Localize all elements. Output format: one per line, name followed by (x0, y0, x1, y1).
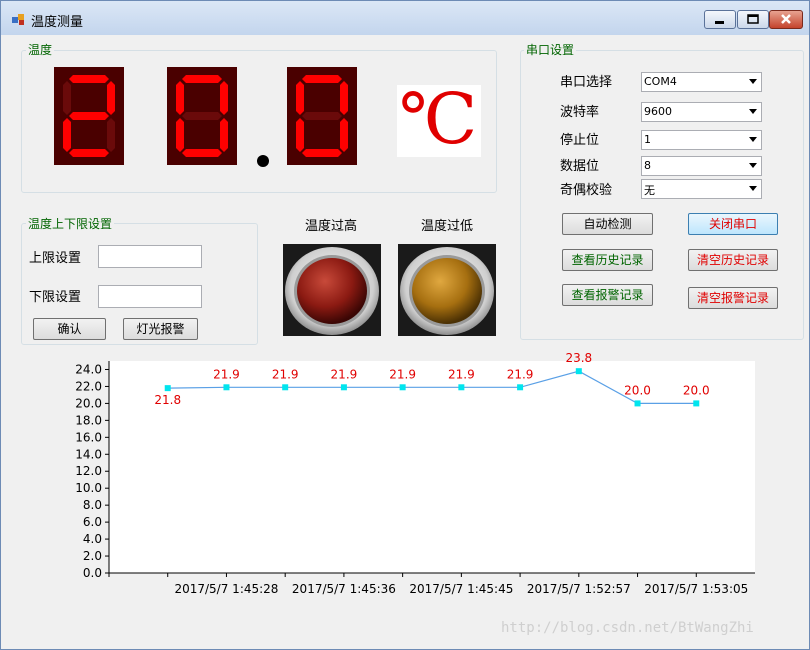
series-line (167, 370, 697, 404)
data-point (458, 384, 465, 391)
y-tick-label: 4.0 (83, 532, 102, 546)
watermark: http://blog.csdn.net/BtWangZhi (501, 620, 754, 636)
temperature-chart: 0.0 2.0 4.0 6.0 8.0 10.0 12.0 14.0 16.0 18.0 20.0 2… (75, 351, 755, 596)
x-tick-label: 2017/5/7 1:45:36 (292, 582, 396, 596)
y-tick-label: 6.0 (83, 515, 102, 529)
data-label: 21.9 (389, 367, 416, 381)
y-tick-label: 12.0 (75, 464, 102, 478)
data-label: 21.9 (448, 367, 475, 381)
main-window: 温度测量 温度 ℃ 温度上下限设置 上限设置 下限设置 确认 灯光报警 温度过高… (0, 0, 810, 650)
data-label: 23.8 (565, 351, 592, 365)
data-label: 20.0 (624, 383, 651, 397)
data-point (164, 385, 171, 392)
data-label: 21.9 (213, 367, 240, 381)
y-tick-label: 8.0 (83, 498, 102, 512)
data-point (575, 368, 582, 375)
data-label: 21.8 (154, 393, 181, 407)
data-label: 21.9 (331, 367, 358, 381)
y-tick-label: 20.0 (75, 396, 102, 410)
y-tick-label: 16.0 (75, 430, 102, 444)
y-tick-label: 0.0 (83, 566, 102, 580)
data-point (517, 384, 524, 391)
data-point (340, 384, 347, 391)
data-point (634, 400, 641, 407)
x-tick-label: 2017/5/7 1:45:45 (409, 582, 513, 596)
x-tick-label: 2017/5/7 1:45:28 (174, 582, 278, 596)
y-tick-label: 14.0 (75, 447, 102, 461)
data-point (282, 384, 289, 391)
data-point (693, 400, 700, 407)
y-tick-label: 22.0 (75, 379, 102, 393)
x-tick-label: 2017/5/7 1:53:05 (644, 582, 748, 596)
data-point (223, 384, 230, 391)
x-tick-label: 2017/5/7 1:52:57 (527, 582, 631, 596)
y-tick-label: 10.0 (75, 481, 102, 495)
y-tick-label: 2.0 (83, 549, 102, 563)
y-tick-label: 24.0 (75, 362, 102, 376)
data-point (399, 384, 406, 391)
data-label: 21.9 (272, 367, 299, 381)
data-label: 20.0 (683, 383, 710, 397)
y-tick-label: 18.0 (75, 413, 102, 427)
data-label: 21.9 (507, 367, 534, 381)
